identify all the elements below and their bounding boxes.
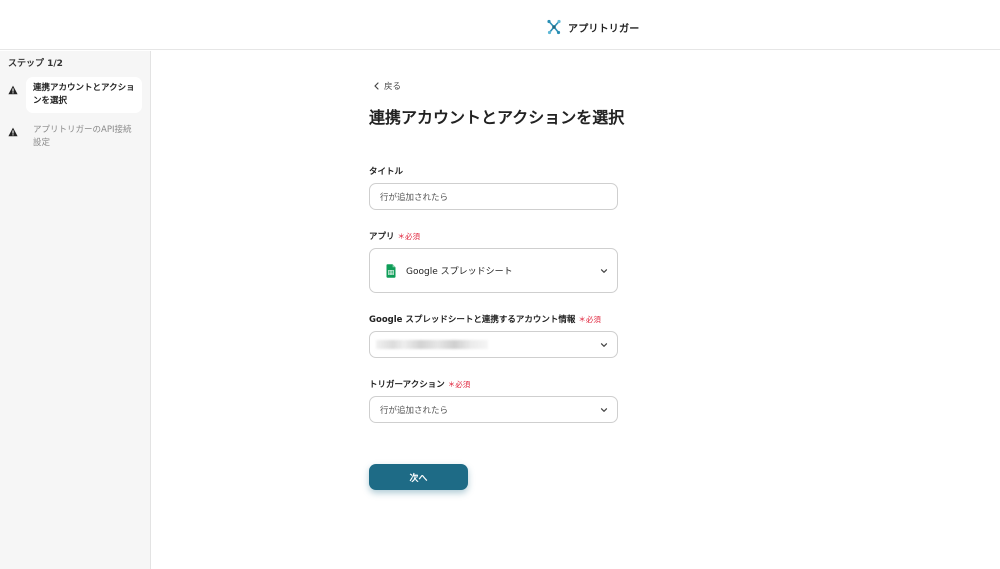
account-label: Google スプレッドシートと連携するアカウント情報 ＊必須 [369,313,601,326]
brand[interactable]: アプリトリガー [546,18,639,36]
trigger-action-select[interactable]: 行が追加されたら [369,396,618,423]
account-label-text: Google スプレッドシートと連携するアカウント情報 [369,315,576,325]
trigger-action-label: トリガーアクション ＊必須 [369,378,471,391]
chevron-down-icon [600,341,608,349]
back-label: 戻る [384,82,402,92]
sidebar-step-label: 連携アカウントとアクションを選択 [26,77,142,113]
back-link[interactable]: 戻る [373,80,401,92]
app-select-value: Google スプレッドシート [406,267,513,277]
masked-account-value [376,340,488,349]
app-label-text: アプリ [369,232,395,242]
chevron-down-icon [600,406,608,414]
google-sheets-icon [386,263,396,278]
required-badge: ＊必須 [578,314,601,324]
warning-icon [8,85,18,95]
warning-icon [8,127,18,137]
title-input[interactable]: 行が追加されたら [369,183,618,210]
sidebar: ステップ 1/2 連携アカウントとアクションを選択 アプリトリガーのAPI接続設… [0,51,151,569]
chevron-left-icon [373,82,380,90]
account-select[interactable] [369,331,618,358]
top-header: アプリトリガー [0,0,1000,50]
next-button[interactable]: 次へ [369,464,468,490]
page-title: 連携アカウントとアクションを選択 [369,108,625,127]
title-input-value: 行が追加されたら [380,192,449,203]
trigger-action-value: 行が追加されたら [380,405,449,416]
brand-name: アプリトリガー [568,23,640,35]
title-label: タイトル [369,165,403,177]
app-select[interactable]: Google スプレッドシート [369,248,618,293]
title-label-text: タイトル [369,167,404,177]
chevron-down-icon [600,267,608,275]
required-badge: ＊必須 [447,379,471,389]
main-panel: 戻る 連携アカウントとアクションを選択 タイトル 行が追加されたら アプリ ＊必… [151,51,1000,569]
trigger-action-label-text: トリガーアクション [369,380,445,390]
step-counter: ステップ 1/2 [8,59,63,69]
sidebar-step-label: アプリトリガーのAPI接続設定 [33,125,132,148]
app-label: アプリ ＊必須 [369,230,421,243]
yoom-logo-icon [546,19,562,35]
required-badge: ＊必須 [397,231,421,241]
